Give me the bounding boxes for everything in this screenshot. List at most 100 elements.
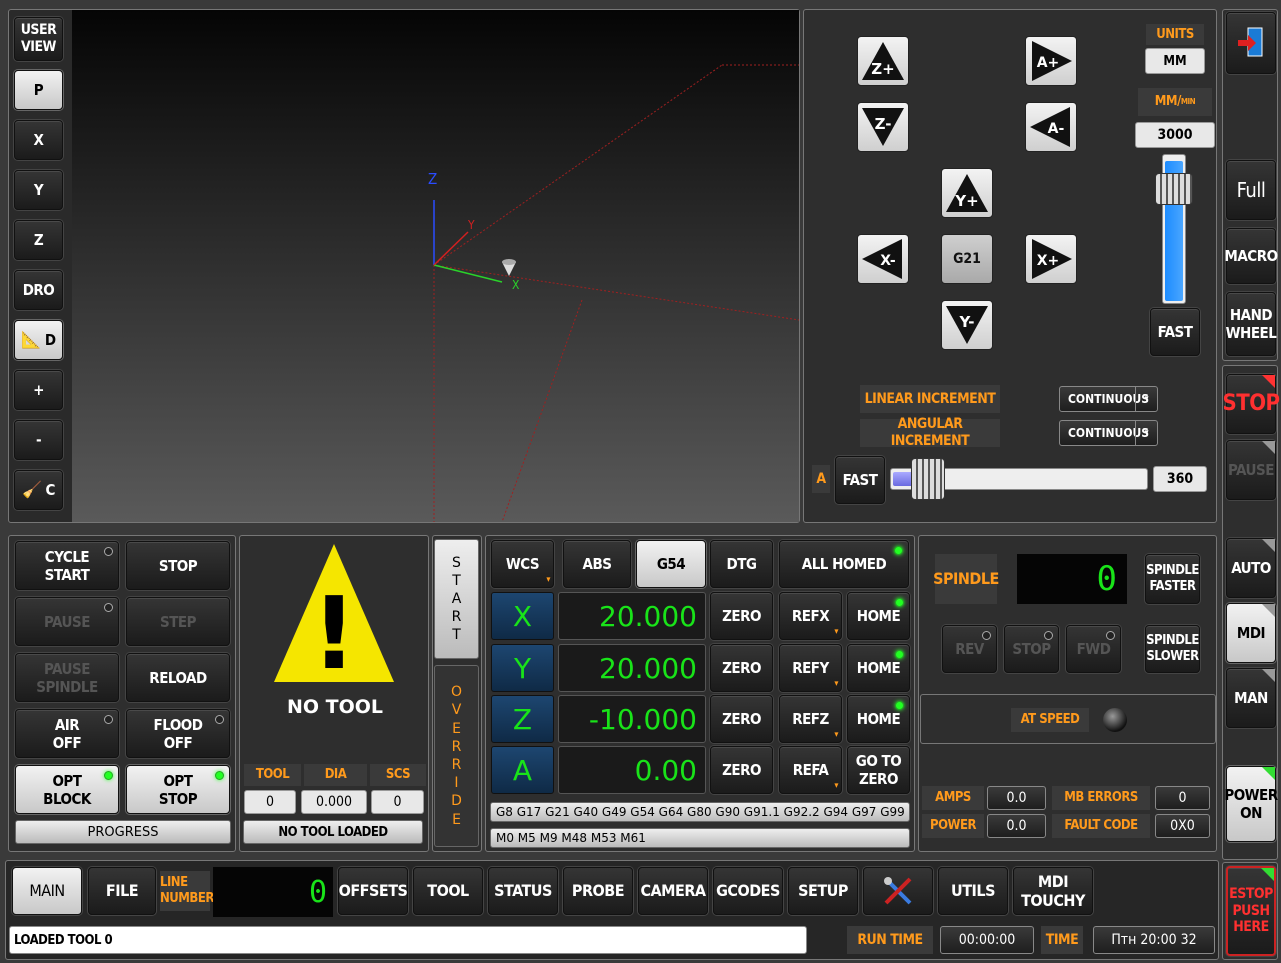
view-d-button[interactable]: 📐 D xyxy=(14,320,63,360)
manual-mode-button[interactable]: MAN xyxy=(1226,668,1276,728)
tab-main[interactable]: MAIN xyxy=(12,867,82,915)
spindle-rev-button[interactable]: REV xyxy=(942,625,997,673)
jog-rate-slider[interactable] xyxy=(1155,154,1193,304)
opt-block-button[interactable]: OPT BLOCK xyxy=(15,765,119,814)
jog-z-plus-button[interactable]: Z+ xyxy=(857,36,909,86)
dro-x-value[interactable]: 20.000 xyxy=(558,592,706,640)
dro-a-value[interactable]: 0.00 xyxy=(558,746,706,794)
tab-tool[interactable]: TOOL xyxy=(413,867,483,915)
jog-y-minus-button[interactable]: Y- xyxy=(941,300,993,350)
zero-y-button[interactable]: ZERO xyxy=(710,644,773,692)
stop-button[interactable]: STOP xyxy=(1222,374,1280,434)
jog-rate-slider-handle[interactable] xyxy=(1155,173,1193,205)
units-value[interactable]: MM xyxy=(1145,48,1205,74)
home-y-button[interactable]: HOME xyxy=(847,644,910,692)
a-fast-button[interactable]: FAST xyxy=(835,456,885,504)
view-z-button[interactable]: Z xyxy=(14,220,63,260)
jog-x-plus-button[interactable]: X+ xyxy=(1025,234,1077,284)
zero-x-button[interactable]: ZERO xyxy=(710,592,773,640)
g54-button[interactable]: G54 xyxy=(636,540,706,588)
tool-scs-value[interactable]: 0 xyxy=(371,790,424,814)
spindle-stop-button[interactable]: STOP xyxy=(1004,625,1059,673)
jog-g21-button[interactable]: G21 xyxy=(941,234,993,284)
jog-rate-value[interactable]: 3000 xyxy=(1135,122,1215,148)
jog-x-minus-button[interactable]: X- xyxy=(857,234,909,284)
pause-button[interactable]: PAUSE xyxy=(1226,440,1276,500)
view-p-button[interactable]: P xyxy=(14,70,63,110)
home-z-button[interactable]: HOME xyxy=(847,695,910,743)
home-label: GO TO ZERO xyxy=(855,752,902,788)
estop-button[interactable]: ESTOP PUSH HERE xyxy=(1226,866,1276,956)
ref-a-button[interactable]: REFA ▾ xyxy=(779,746,842,794)
jog-y-plus-button[interactable]: Y+ xyxy=(941,168,993,218)
wcs-button[interactable]: WCS ▾ xyxy=(491,540,554,588)
jog-z-minus-button[interactable]: Z- xyxy=(857,102,909,152)
dro-y-value[interactable]: 20.000 xyxy=(558,644,706,692)
dro-axis-x-button[interactable]: X xyxy=(491,592,554,640)
view-x-button[interactable]: X xyxy=(14,120,63,160)
tab-mdi-touchy[interactable]: MDI TOUCHY xyxy=(1013,867,1093,915)
dro-z-value[interactable]: -10.000 xyxy=(558,695,706,743)
linear-increment-select[interactable]: CONTINUOUS ▾ xyxy=(1059,386,1158,412)
all-homed-button[interactable]: ALL HOMED xyxy=(779,540,909,588)
auto-mode-button[interactable]: AUTO xyxy=(1226,538,1276,598)
spindle-slower-button[interactable]: SPINDLE SLOWER xyxy=(1145,625,1200,673)
tab-status[interactable]: STATUS xyxy=(488,867,558,915)
zoom-out-button[interactable]: - xyxy=(14,420,63,460)
abs-button[interactable]: ABS xyxy=(563,540,631,588)
jog-a-plus-button[interactable]: A+ xyxy=(1025,36,1077,86)
jog-a-minus-button[interactable]: A- xyxy=(1025,102,1077,152)
power-on-button[interactable]: POWER ON xyxy=(1224,766,1278,842)
handwheel-button[interactable]: HAND WHEEL xyxy=(1226,292,1277,356)
dtg-button[interactable]: DTG xyxy=(710,540,773,588)
tab-probe[interactable]: PROBE xyxy=(563,867,633,915)
clear-button[interactable]: 🧹 C xyxy=(14,470,63,510)
air-button[interactable]: AIR OFF xyxy=(15,709,119,758)
ref-x-button[interactable]: REFX ▾ xyxy=(779,592,842,640)
step-button[interactable]: STEP xyxy=(126,597,230,646)
zoom-in-button[interactable]: + xyxy=(14,370,63,410)
view-y-button[interactable]: Y xyxy=(14,170,63,210)
dro-axis-a-button[interactable]: A xyxy=(491,746,554,794)
zero-z-button[interactable]: ZERO xyxy=(710,695,773,743)
full-button[interactable]: Full xyxy=(1226,160,1276,220)
dro-axis-y-button[interactable]: Y xyxy=(491,644,554,692)
user-view-button[interactable]: USER VIEW xyxy=(14,17,63,61)
tool-number-value[interactable]: 0 xyxy=(244,790,296,814)
ref-z-button[interactable]: REFZ ▾ xyxy=(779,695,842,743)
macro-button[interactable]: MACRO xyxy=(1224,228,1278,284)
a-rate-slider-handle[interactable] xyxy=(911,458,945,500)
spindle-fwd-button[interactable]: FWD xyxy=(1066,625,1121,673)
ref-y-button[interactable]: REFY ▾ xyxy=(779,644,842,692)
cycle-start-button[interactable]: CYCLE START xyxy=(15,541,119,590)
tab-file[interactable]: FILE xyxy=(88,867,156,915)
tab-setup[interactable]: SETUP xyxy=(788,867,858,915)
zero-a-button[interactable]: ZERO xyxy=(710,746,773,794)
cycle-stop-button[interactable]: STOP xyxy=(126,541,230,590)
jog-fast-button[interactable]: FAST xyxy=(1150,308,1200,356)
pause-spindle-button[interactable]: PAUSE SPINDLE xyxy=(15,653,119,702)
mdi-mode-button[interactable]: MDI xyxy=(1226,603,1276,663)
view-dro-button[interactable]: DRO xyxy=(14,270,63,310)
a-rate-value[interactable]: 360 xyxy=(1153,466,1207,492)
tab-camera[interactable]: CAMERA xyxy=(638,867,708,915)
cycle-pause-button[interactable]: PAUSE xyxy=(15,597,119,646)
flood-button[interactable]: FLOOD OFF xyxy=(126,709,230,758)
tab-utils[interactable]: UTILS xyxy=(938,867,1008,915)
a-rate-slider[interactable] xyxy=(890,458,1148,500)
spindle-faster-button[interactable]: SPINDLE FASTER xyxy=(1145,554,1200,604)
tab-offsets[interactable]: OFFSETS xyxy=(338,867,408,915)
home-a-button[interactable]: GO TO ZERO xyxy=(847,746,910,794)
dro-axis-z-button[interactable]: Z xyxy=(491,695,554,743)
angular-increment-select[interactable]: CONTINUOUS ▾ xyxy=(1059,420,1158,446)
tool-dia-value[interactable]: 0.000 xyxy=(301,790,367,814)
3d-viewport[interactable]: Z Y X xyxy=(72,10,799,522)
home-x-button[interactable]: HOME xyxy=(847,592,910,640)
start-strip[interactable]: S T A R T xyxy=(434,539,479,659)
override-strip[interactable]: O V E R R I D E xyxy=(434,665,479,847)
reload-button[interactable]: RELOAD xyxy=(126,653,230,702)
opt-stop-button[interactable]: OPT STOP xyxy=(126,765,230,814)
tab-gcodes[interactable]: GCODES xyxy=(713,867,783,915)
tab-tools-settings[interactable] xyxy=(863,867,933,915)
exit-button[interactable] xyxy=(1226,12,1276,74)
